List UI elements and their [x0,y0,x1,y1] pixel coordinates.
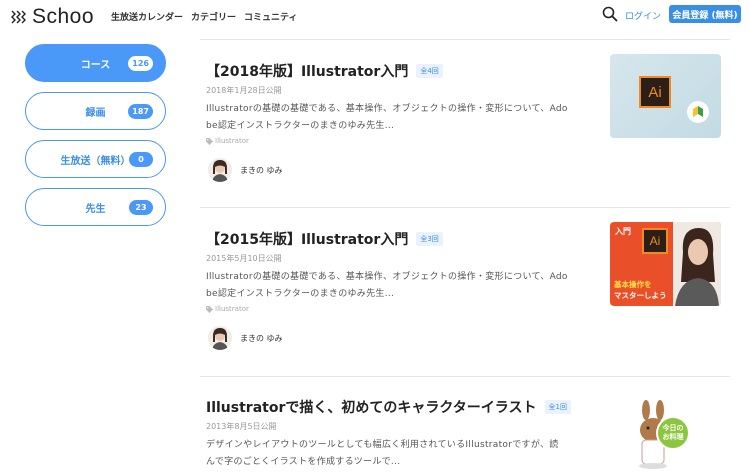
thumb-badge-line: 今日の [662,424,684,432]
course-title[interactable]: 【2015年版】Illustrator入門 全3回 [206,229,443,249]
course-title-text: Illustratorで描く、初めてのキャラクターイラスト [206,400,537,416]
card-divider [200,376,730,377]
logo-mark-icon [11,10,26,24]
author[interactable]: まきの ゆみ [208,326,283,350]
sidebar-item-teacher[interactable]: 先生 23 [25,188,166,226]
nav-community[interactable]: コミュニティ [244,10,297,23]
thumb-badge: 今日の お料理 [656,416,690,450]
sidebar-item-label: 生放送（無料） [60,155,131,167]
search-icon[interactable] [602,6,618,22]
course-description: Illustratorの基礎の基礎である、基本操作、オブジェクトの操作・変形につ… [206,269,586,303]
tag[interactable]: Illustrator [206,305,249,313]
count-badge: 126 [128,56,153,71]
tag-label: Illustrator [215,137,249,145]
avatar [208,158,232,182]
teacher-photo [673,222,721,306]
episode-count-badge: 全4回 [416,64,443,78]
author-name: まきの ゆみ [240,333,283,343]
episode-count-badge: 全3回 [416,232,443,246]
logo[interactable]: Schoo [10,5,94,29]
tag[interactable]: Illustrator [206,137,249,145]
author[interactable]: まきの ゆみ [208,158,283,182]
thumb-badge-line: お料理 [662,433,684,441]
main-nav: 生放送カレンダー カテゴリー コミュニティ [111,10,298,23]
sidebar-item-recording[interactable]: 録画 187 [25,92,166,130]
description-line: Illustratorの基礎の基礎である、基本操作、オブジェクトの操作・変形につ… [206,104,568,114]
sidebar-item-label: 先生 [85,203,106,215]
count-badge: 0 [129,152,153,167]
tag-icon [206,305,213,313]
description-line: be認定インストラクターのまきのゆみ先生... [206,289,395,299]
illustrator-logo-icon: Ai [639,76,671,108]
course-title-text: 【2015年版】Illustrator入門 [206,232,409,248]
course-description: Illustratorの基礎の基礎である、基本操作、オブジェクトの操作・変形につ… [206,101,586,135]
course-thumbnail[interactable]: Ai [610,54,721,138]
nav-category[interactable]: カテゴリー [191,10,236,23]
author-name: まきの ゆみ [240,165,283,175]
thumb-caption-line: マスターしよう [614,291,667,300]
nav-live-calendar[interactable]: 生放送カレンダー [111,10,183,23]
sidebar: コース 126 録画 187 生放送（無料） 0 先生 23 [25,44,166,236]
sidebar-item-label: コース [80,59,111,71]
course-thumbnail[interactable]: 入門 Ai 基本操作を マスターしよう [610,222,721,306]
publish-date: 2018年1月28日公開 [206,86,282,95]
sidebar-item-course[interactable]: コース 126 [25,44,166,82]
login-link[interactable]: ログイン [625,9,661,22]
description-line: Illustratorの基礎の基礎である、基本操作、オブジェクトの操作・変形につ… [206,272,568,282]
beginner-mark-icon [687,101,709,123]
sidebar-item-live[interactable]: 生放送（無料） 0 [25,140,166,178]
count-badge: 23 [129,200,153,215]
header: Schoo 生放送カレンダー カテゴリー コミュニティ ログイン 会員登録 (無… [0,0,750,34]
course-description: デザインやレイアウトのツールとしても幅広く利用されているIllustratorで… [206,437,586,471]
sidebar-item-label: 録画 [85,107,106,119]
description-line: デザインやレイアウトのツールとしても幅広く利用されているIllustratorで… [206,440,559,450]
course-title[interactable]: 【2018年版】Illustrator入門 全4回 [206,61,443,81]
episode-count-badge: 全1回 [544,400,571,414]
thumb-caption: 基本操作を マスターしよう [614,279,667,301]
list-top-divider [200,39,730,40]
card-divider [200,207,730,208]
description-line: んで字のごとくイラストを作成するツールで... [206,457,401,467]
publish-date: 2013年8月5日公開 [206,422,277,431]
thumb-label: 入門 [615,227,631,236]
avatar [208,326,232,350]
thumb-caption-line: 基本操作を [614,280,652,289]
tag-icon [206,137,213,145]
count-badge: 187 [128,104,153,119]
illustrator-logo-icon: Ai [642,228,668,254]
description-line: be認定インストラクターのまきのゆみ先生... [206,121,395,131]
course-thumbnail[interactable]: 今日の お料理 [610,390,721,474]
signup-button[interactable]: 会員登録 (無料) [669,5,741,23]
publish-date: 2015年5月10日公開 [206,254,282,263]
tag-label: Illustrator [215,305,249,313]
logo-text: Schoo [32,5,95,28]
course-title[interactable]: Illustratorで描く、初めてのキャラクターイラスト 全1回 [206,397,571,417]
course-title-text: 【2018年版】Illustrator入門 [206,64,409,80]
